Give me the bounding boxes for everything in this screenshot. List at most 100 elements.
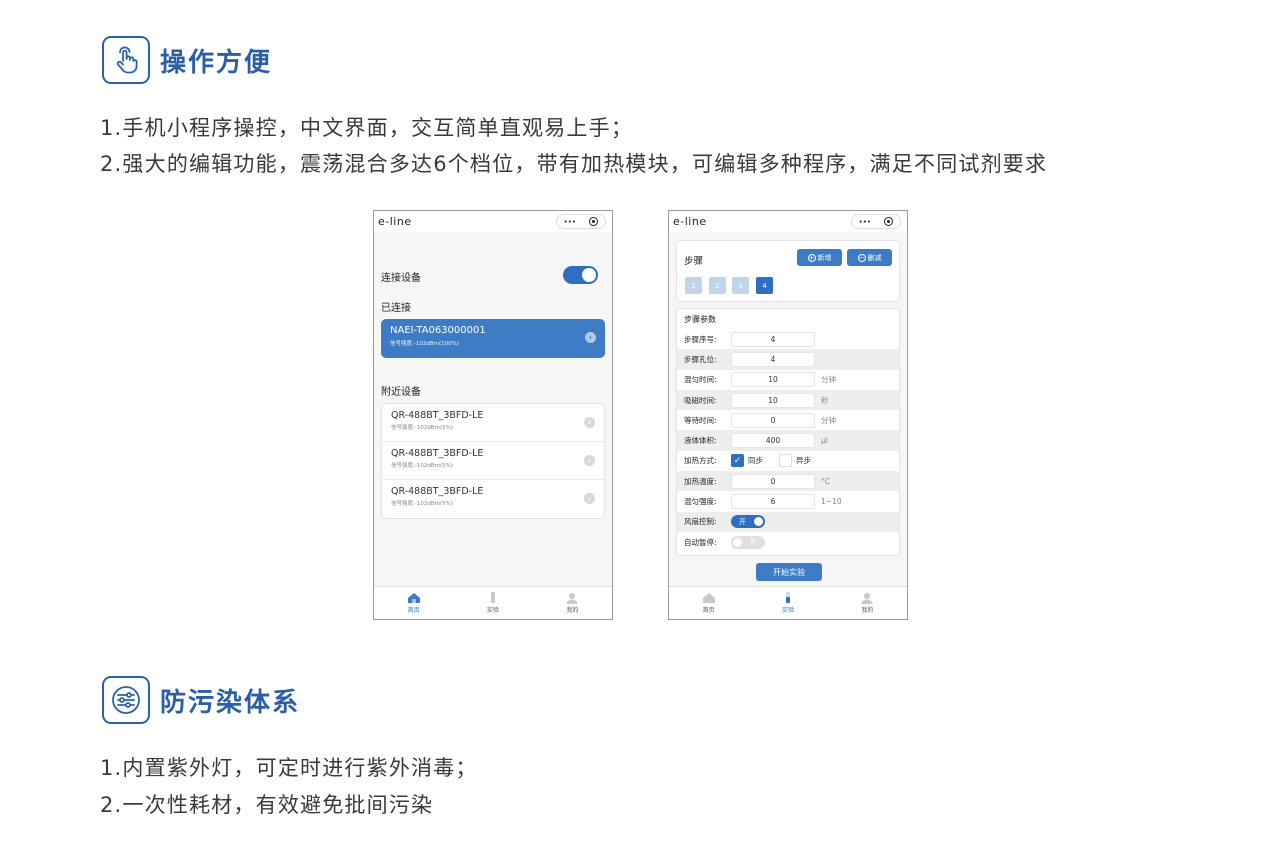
step-tab-2[interactable]: 2 (709, 277, 726, 294)
device-name: QR-488BT_3BFD-LE (391, 448, 484, 459)
tab-home[interactable]: 首页 (374, 587, 453, 619)
device-name: NAEI-TA063000001 (390, 325, 486, 336)
sync-checkbox[interactable]: ✓ (731, 454, 744, 468)
wait-time-input[interactable]: 0 (731, 412, 815, 428)
tab-mine[interactable]: 我的 (533, 587, 612, 619)
section-contamination-header: 防污染体系 (102, 676, 300, 724)
tab-home[interactable]: 首页 (669, 587, 748, 619)
async-checkbox[interactable] (779, 454, 792, 468)
param-unit: 秒 (821, 395, 829, 405)
connect-device-label: 连接设备 (381, 273, 421, 284)
step-tab-1[interactable]: 1 (685, 277, 702, 294)
test-tube-icon (785, 592, 790, 603)
close-target-icon[interactable] (884, 217, 894, 226)
app-name: e-line (673, 215, 707, 228)
list-item[interactable]: QR-488BT_3BFD-LE 信号强度:-102dBm(5%) › (382, 442, 604, 480)
param-label: 液体体积: (684, 436, 717, 446)
param-row-mag-time: 吸磁时间: 10 秒 (677, 389, 899, 411)
device-signal: 信号强度:-102dBm(5%) (391, 501, 453, 507)
step-tab-3[interactable]: 3 (732, 277, 749, 294)
delete-label: 删减 (867, 253, 882, 262)
more-dots-icon[interactable]: ••• (564, 218, 576, 226)
mix-time-input[interactable]: 10 (731, 372, 815, 388)
feature-line-2: 2.强大的编辑功能，震荡混合多达6个档位，带有加热模块，可编辑多种程序，满足不同… (100, 152, 1048, 176)
param-label: 吸磁时间: (684, 395, 717, 405)
step-params-card: 步骤参数 步骤序号: 4 步骤孔位: 4 混匀时间: 10 分钟 吸磁时间: 1… (676, 308, 900, 556)
param-label: 风扇控制: (684, 517, 717, 527)
tab-label: 我的 (566, 607, 579, 614)
param-row-step-well: 步骤孔位: 4 (677, 349, 899, 370)
param-label: 混匀时间: (684, 375, 717, 385)
param-row-mix-strength: 混匀强度: 6 1~10 (677, 491, 899, 511)
param-row-heat-mode: 加热方式: ✓ 同步 异步 (677, 451, 899, 471)
mix-strength-input[interactable]: 6 (731, 494, 815, 510)
param-row-auto-pause: 自动暂停: 关 (677, 532, 899, 552)
section-title: 操作方便 (160, 47, 273, 78)
test-tube-icon (490, 592, 495, 603)
user-icon (861, 593, 873, 604)
param-row-step-no: 步骤序号: 4 (677, 329, 899, 349)
tab-label: 实验 (486, 607, 499, 614)
param-unit: µl (821, 436, 828, 446)
list-item[interactable]: QR-488BT_3BFD-LE 信号强度:-102dBm(5%) › (382, 480, 604, 518)
sync-label: 同步 (748, 456, 763, 466)
feature-line-1: 1.手机小程序操控，中文界面，交互简单直观易上手； (100, 116, 634, 140)
tab-mine[interactable]: 我的 (828, 587, 907, 619)
close-target-icon[interactable] (589, 217, 599, 226)
param-row-heat-temp: 加热温度: 0 °C (677, 471, 899, 492)
list-item[interactable]: QR-488BT_3BFD-LE 信号强度:-102dBm(5%) › (382, 404, 604, 442)
connected-header: 已连接 (381, 303, 411, 314)
tab-experiment[interactable]: 实验 (453, 587, 532, 619)
param-label: 自动暂停: (684, 537, 717, 547)
tab-bar: 首页 实验 我的 (374, 586, 612, 619)
nearby-header: 附近设备 (381, 387, 421, 398)
step-no-input[interactable]: 4 (731, 331, 815, 347)
param-row-volume: 液体体积: 400 µl (677, 430, 899, 451)
chevron-right-icon: › (584, 493, 595, 504)
volume-input[interactable]: 400 (731, 433, 815, 449)
param-row-mix-time: 混匀时间: 10 分钟 (677, 370, 899, 390)
tab-experiment[interactable]: 实验 (748, 587, 827, 619)
chevron-right-icon: › (584, 417, 595, 428)
miniapp-capsule[interactable]: ••• (556, 214, 606, 229)
app-name: e-line (378, 215, 412, 228)
step-tab-4[interactable]: 4 (756, 277, 773, 294)
feature-line-2: 2.一次性耗材，有效避免批间污染 (100, 793, 434, 817)
heat-temp-input[interactable]: 0 (731, 473, 815, 489)
miniapp-capsule[interactable]: ••• (851, 214, 901, 229)
param-label: 混匀强度: (684, 497, 717, 507)
device-signal: 信号强度:-102dBm(5%) (391, 463, 453, 469)
connect-device-toggle[interactable] (563, 266, 598, 284)
param-label: 等待时间: (684, 415, 717, 425)
param-row-fan: 风扇控制: 开 (677, 511, 899, 532)
param-label: 加热方式: (684, 456, 717, 466)
auto-pause-toggle[interactable]: 关 (731, 535, 765, 549)
minus-circle-icon: − (857, 253, 866, 262)
plus-circle-icon: + (807, 253, 816, 262)
param-unit: 分钟 (821, 375, 836, 385)
param-label: 步骤序号: (684, 334, 717, 344)
nearby-device-list: QR-488BT_3BFD-LE 信号强度:-102dBm(5%) › QR-4… (381, 403, 605, 519)
step-well-input[interactable]: 4 (731, 351, 815, 367)
chevron-right-icon: › (585, 332, 596, 343)
home-icon (407, 593, 420, 603)
device-name: QR-488BT_3BFD-LE (391, 486, 484, 497)
param-label: 加热温度: (684, 476, 717, 486)
steps-title: 步骤 (684, 256, 704, 267)
more-dots-icon[interactable]: ••• (859, 218, 871, 226)
mag-time-input[interactable]: 10 (731, 392, 815, 408)
add-step-button[interactable]: + 新增 (797, 249, 842, 266)
delete-step-button[interactable]: − 删减 (847, 249, 892, 266)
app-header: e-line ••• (374, 211, 612, 232)
device-signal: 信号强度:-102dBm(5%) (391, 425, 453, 431)
connected-device-card[interactable]: NAEI-TA063000001 信号强度:-102dBm(100%) › (381, 319, 605, 358)
start-experiment-button[interactable]: 开始实验 (756, 563, 822, 581)
tab-label: 实验 (781, 607, 794, 614)
sliders-circle-icon (102, 676, 150, 724)
async-label: 异步 (796, 456, 811, 466)
params-title: 步骤参数 (684, 315, 716, 324)
param-label: 步骤孔位: (684, 354, 717, 364)
feature-line-1: 1.内置紫外灯，可定时进行紫外消毒； (100, 756, 478, 780)
fan-toggle[interactable]: 开 (731, 515, 765, 529)
home-content: 连接设备 已连接 NAEI-TA063000001 信号强度:-102dBm(1… (374, 232, 612, 586)
